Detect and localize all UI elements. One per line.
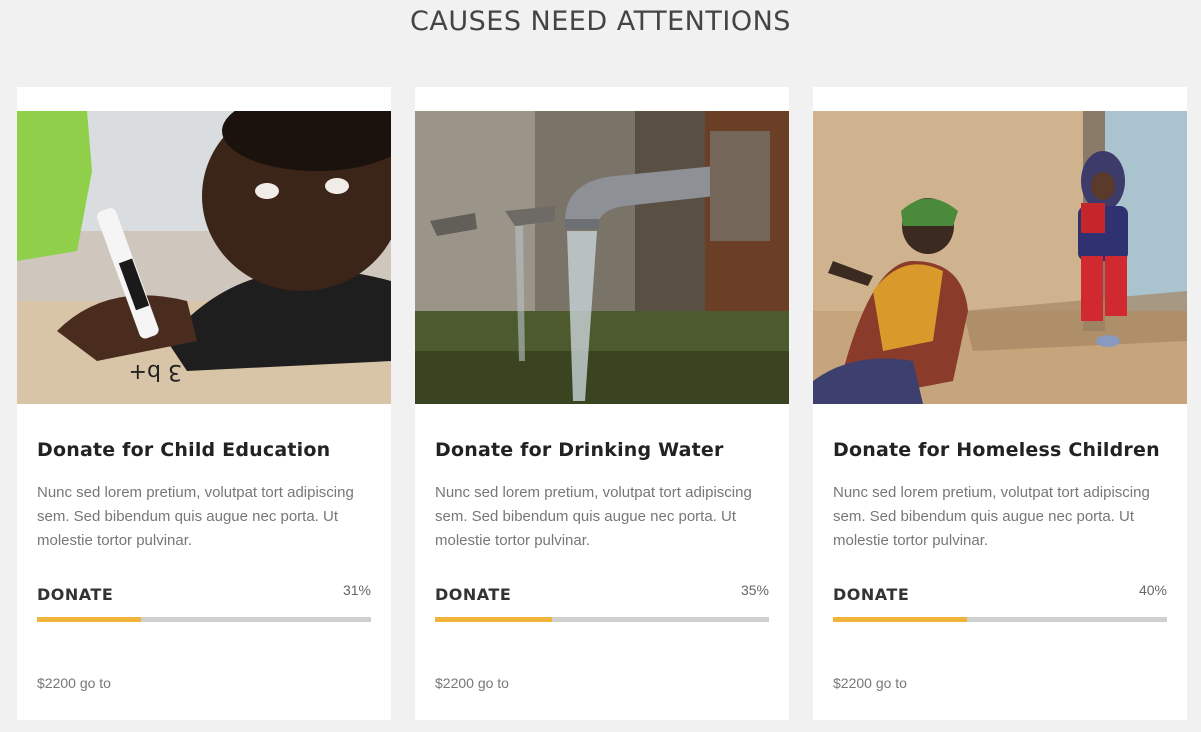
donate-button[interactable]: DONATE (833, 585, 909, 604)
progress-percent: 31% (342, 582, 371, 598)
goal-text: $2200 go to (37, 675, 111, 691)
cause-title[interactable]: Donate for Homeless Children (833, 439, 1160, 461)
svg-text:3 b+: 3 b+ (129, 359, 182, 384)
progress-percent: 35% (740, 582, 769, 598)
cause-description: Nunc sed lorem pretium, volutpat tort ad… (833, 484, 1150, 549)
cause-card-child-education: 3 b+ Donate for Child Education Nunc sed… (17, 87, 391, 720)
drinking-water-photo[interactable] (415, 111, 789, 404)
child-education-photo[interactable]: 3 b+ (17, 111, 391, 404)
cause-description: Nunc sed lorem pretium, volutpat tort ad… (435, 484, 752, 549)
progress-bar (37, 617, 371, 622)
progress-fill (37, 617, 141, 622)
homeless-children-photo[interactable] (813, 111, 1187, 404)
progress-fill (833, 617, 967, 622)
donate-button[interactable]: DONATE (435, 585, 511, 604)
progress-fill (435, 617, 552, 622)
progress-bar (833, 617, 1167, 622)
cause-card-homeless-children: Donate for Homeless Children Nunc sed lo… (813, 87, 1187, 720)
goal-text: $2200 go to (435, 675, 509, 691)
donate-button[interactable]: DONATE (37, 585, 113, 604)
progress-percent: 40% (1138, 582, 1167, 598)
cause-description: Nunc sed lorem pretium, volutpat tort ad… (37, 484, 354, 549)
cause-card-drinking-water: Donate for Drinking Water Nunc sed lorem… (415, 87, 789, 720)
progress-bar (435, 617, 769, 622)
cause-title[interactable]: Donate for Child Education (37, 439, 330, 461)
section-title: CAUSES NEED ATTENTIONS (410, 6, 791, 37)
goal-text: $2200 go to (833, 675, 907, 691)
cause-title[interactable]: Donate for Drinking Water (435, 439, 724, 461)
